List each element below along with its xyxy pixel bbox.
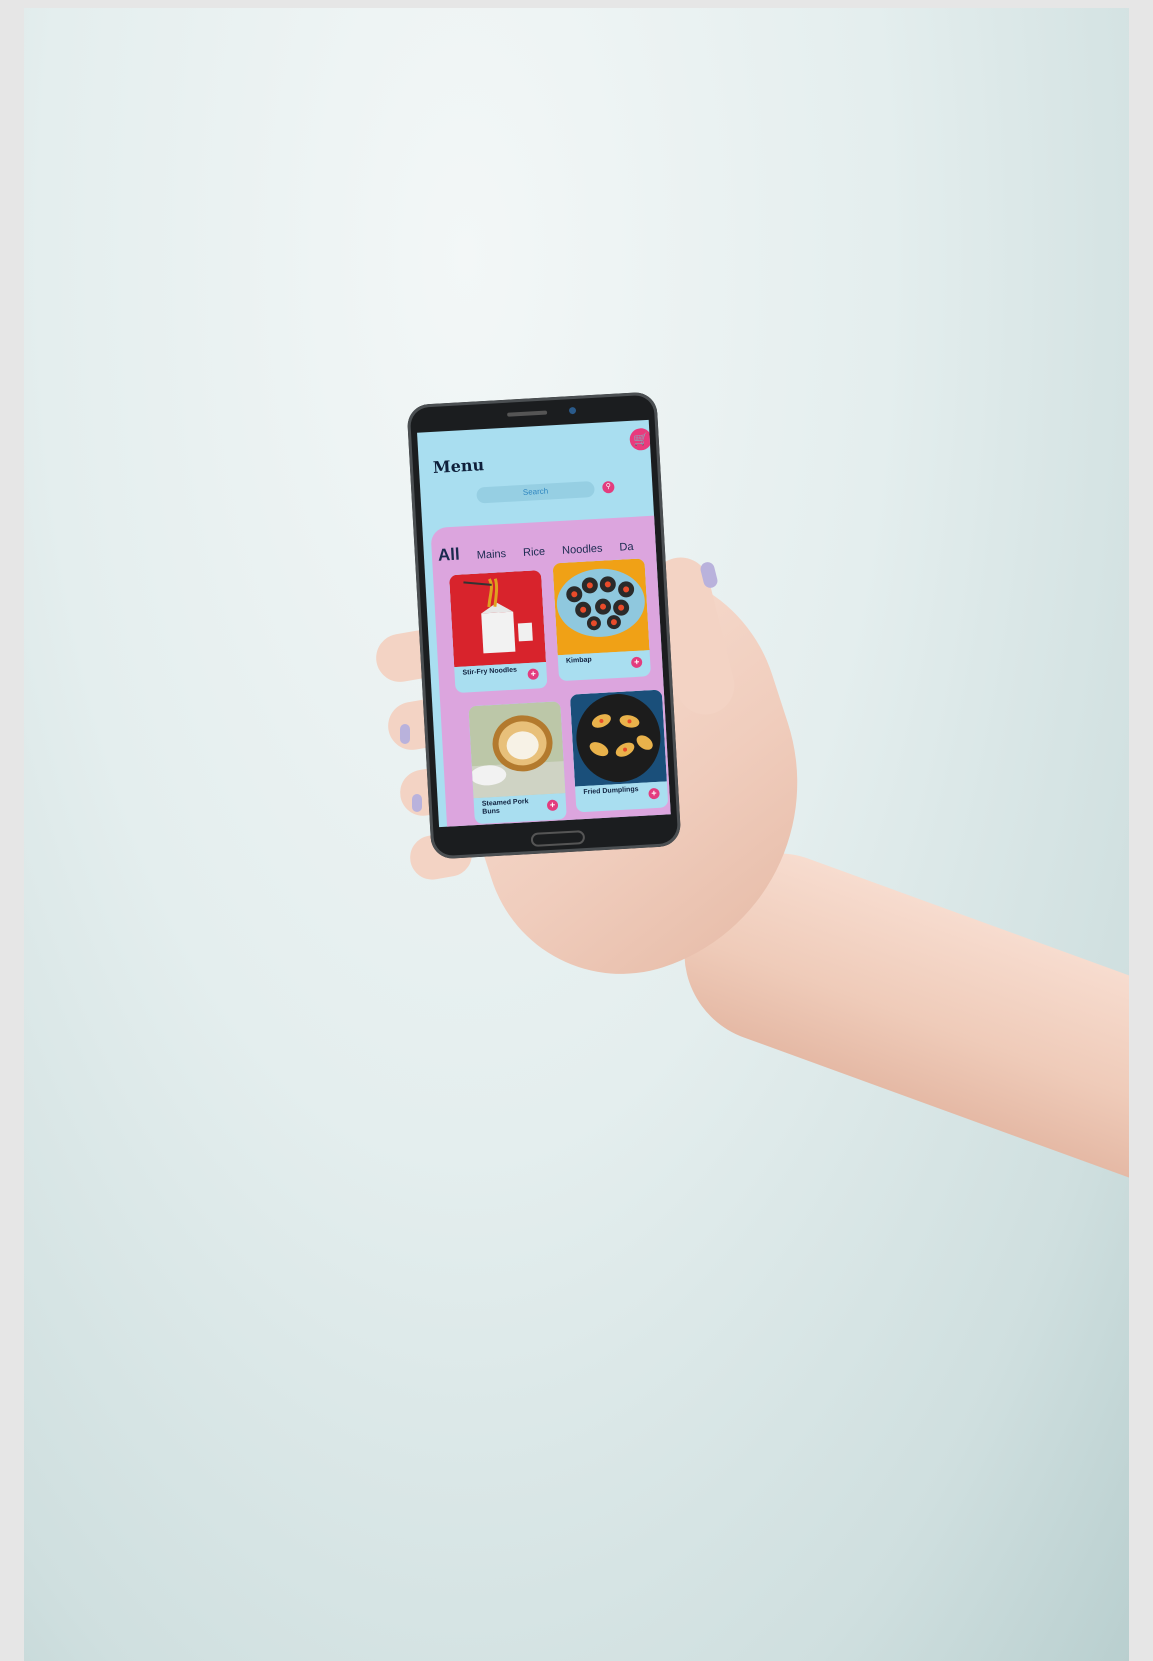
app-screen: Menu 🛒 Search ⚲ All Mains Rice Noodles D… bbox=[417, 419, 671, 828]
tab-all[interactable]: All bbox=[437, 545, 460, 566]
menu-item-card[interactable]: Steamed Pork Buns + bbox=[468, 701, 567, 825]
add-to-cart-button[interactable]: + bbox=[630, 656, 643, 669]
tab-mains[interactable]: Mains bbox=[476, 548, 506, 562]
page-title: Menu bbox=[432, 455, 485, 477]
menu-item-name: Fried Dumplings bbox=[583, 785, 639, 797]
home-button[interactable] bbox=[530, 830, 586, 848]
tab-partial[interactable]: Da bbox=[619, 541, 634, 554]
search-button[interactable]: ⚲ bbox=[602, 480, 615, 494]
tab-rice[interactable]: Rice bbox=[523, 546, 546, 559]
earpiece-speaker bbox=[507, 410, 548, 417]
front-camera-icon bbox=[568, 406, 577, 415]
add-to-cart-button[interactable]: + bbox=[527, 668, 539, 680]
steamed-pork-buns-image bbox=[468, 701, 566, 799]
finger-nail bbox=[400, 724, 410, 744]
menu-item-card[interactable]: Kimbap + bbox=[552, 558, 651, 682]
menu-item-card[interactable]: Stir-Fry Noodles + bbox=[449, 570, 548, 694]
tab-noodles[interactable]: Noodles bbox=[562, 543, 603, 557]
cart-button[interactable]: 🛒 bbox=[629, 427, 653, 451]
plus-icon: + bbox=[633, 656, 640, 668]
search-icon: ⚲ bbox=[605, 483, 612, 491]
menu-item-name: Kimbap bbox=[565, 656, 592, 665]
kimbap-image bbox=[552, 558, 650, 656]
shopping-cart-icon: 🛒 bbox=[632, 431, 649, 447]
add-to-cart-button[interactable]: + bbox=[546, 799, 559, 812]
add-to-cart-button[interactable]: + bbox=[648, 787, 660, 800]
menu-item-card[interactable]: Fried Dumplings + bbox=[569, 689, 669, 813]
menu-item-name: Stir-Fry Noodles bbox=[462, 666, 518, 677]
plus-icon: + bbox=[549, 799, 556, 810]
fried-dumplings-image bbox=[569, 689, 667, 787]
search-input[interactable]: Search bbox=[476, 480, 595, 504]
smartphone: Menu 🛒 Search ⚲ All Mains Rice Noodles D… bbox=[406, 391, 682, 860]
plus-icon: + bbox=[530, 668, 537, 679]
photo-background: Menu 🛒 Search ⚲ All Mains Rice Noodles D… bbox=[24, 8, 1129, 1661]
plus-icon: + bbox=[651, 787, 657, 799]
stir-fry-noodles-image bbox=[449, 570, 547, 668]
menu-item-name: Steamed Pork Buns bbox=[481, 798, 529, 816]
finger-nail bbox=[412, 794, 422, 812]
